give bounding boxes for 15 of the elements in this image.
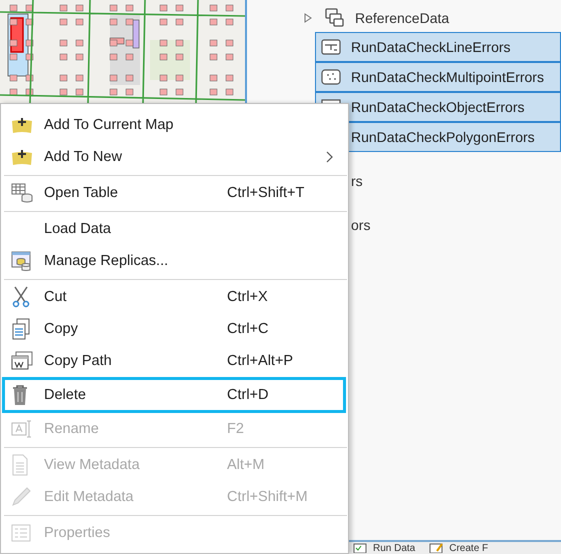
tree-item[interactable]: RunDataCheckMultipointErrors (315, 62, 561, 92)
bottom-tab[interactable]: Create F (429, 542, 488, 554)
bottom-tab[interactable]: Run Data (353, 542, 416, 554)
tree-item-label: ors (351, 217, 370, 233)
menu-item[interactable]: Cut Ctrl+X (1, 281, 348, 313)
menu-item[interactable]: Copy Ctrl+C (1, 313, 348, 345)
menu-item[interactable]: Open Table Ctrl+Shift+T (1, 177, 348, 209)
tree-item-label: rs (351, 173, 363, 189)
menu-item[interactable]: Load Data (1, 213, 348, 245)
tree-item[interactable]: ReferenceData (303, 3, 561, 32)
tree-item[interactable]: RunDataCheckObjectErrors (315, 92, 561, 122)
menu-item[interactable]: Delete Ctrl+D (2, 377, 346, 413)
menu-item[interactable]: Copy Path Ctrl+Alt+P (1, 345, 348, 377)
menu-item[interactable]: Manage Replicas... (1, 245, 348, 277)
tree-item[interactable]: RunDataCheckLineErrors (315, 32, 561, 62)
